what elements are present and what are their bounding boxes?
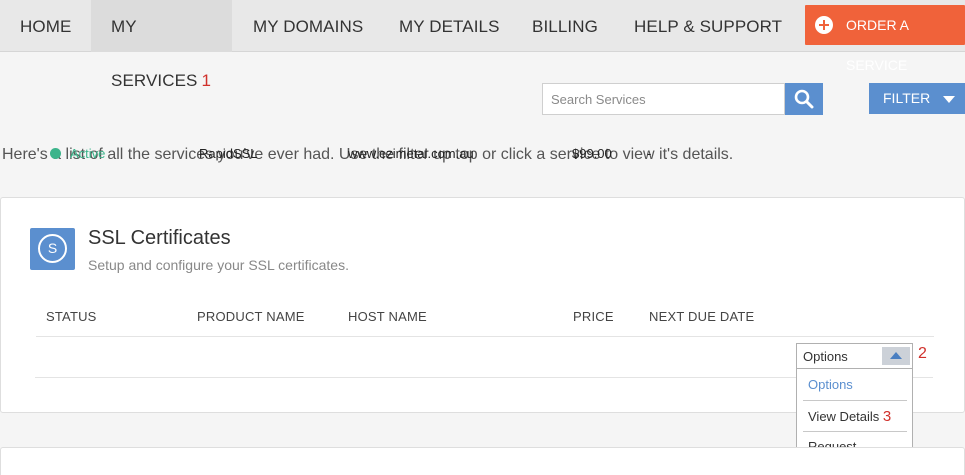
options-menu-placeholder-label: Options — [808, 377, 853, 392]
options-menu-item-placeholder[interactable]: Options — [797, 369, 912, 399]
nav-help-support-label: HELP & SUPPORT — [634, 17, 783, 36]
ssl-certificate-icon: S — [30, 228, 75, 270]
nav-billing-label: BILLING — [532, 17, 598, 36]
nav-my-domains-label: MY DOMAINS — [253, 17, 364, 36]
nav-help-support[interactable]: HELP & SUPPORT — [634, 0, 782, 52]
order-service-button[interactable]: ORDER A SERVICE — [805, 5, 965, 73]
ssl-icon-letter: S — [38, 234, 67, 263]
column-header-product-name: PRODUCT NAME — [197, 309, 305, 324]
status-active-dot-icon — [50, 148, 61, 159]
column-header-price: PRICE — [573, 309, 614, 324]
card-title: SSL Certificates — [88, 227, 231, 249]
caret-down-icon — [943, 96, 955, 103]
search-button[interactable] — [785, 83, 823, 115]
top-nav: HOME MY SERVICES 1 MY DOMAINS MY DETAILS … — [0, 0, 965, 90]
options-select[interactable]: Options — [796, 343, 913, 369]
next-due-date-cell: - — [647, 146, 652, 161]
filter-button[interactable]: FILTER — [869, 83, 965, 114]
nav-billing[interactable]: BILLING — [532, 0, 598, 52]
host-name-cell: www.ezimetal.com.au — [348, 146, 474, 161]
search-input[interactable] — [542, 83, 785, 115]
options-select-label: Options — [803, 349, 848, 364]
card-subtitle: Setup and configure your SSL certificate… — [88, 257, 349, 273]
column-header-status: STATUS — [46, 309, 97, 324]
menu-divider — [803, 400, 907, 401]
annotation-marker-3: 3 — [882, 408, 892, 425]
nav-my-domains[interactable]: MY DOMAINS — [253, 0, 363, 52]
search-icon — [794, 89, 814, 109]
column-header-host-name: HOST NAME — [348, 309, 427, 324]
nav-my-details-label: MY DETAILS — [399, 17, 500, 36]
annotation-marker-2: 2 — [918, 345, 927, 362]
annotation-marker-1: 1 — [201, 71, 212, 90]
plus-circle-icon — [815, 16, 833, 34]
caret-up-icon[interactable] — [882, 347, 910, 365]
status-badge: Active — [70, 146, 106, 161]
filter-label: FILTER — [883, 90, 931, 106]
nav-my-services-label: MY SERVICES — [111, 17, 198, 90]
product-name-cell: RapidSSL — [199, 146, 258, 161]
table-header-divider — [36, 336, 934, 337]
next-service-card — [0, 447, 965, 475]
nav-my-details[interactable]: MY DETAILS — [399, 0, 500, 52]
menu-divider — [803, 431, 907, 432]
price-cell: $99.00 — [572, 146, 612, 161]
nav-home[interactable]: HOME — [20, 0, 71, 52]
nav-my-services[interactable]: MY SERVICES 1 — [91, 0, 232, 90]
view-details-label: View Details — [808, 409, 880, 424]
column-header-next-due-date: NEXT DUE DATE — [649, 309, 755, 324]
order-service-label: ORDER A SERVICE — [846, 17, 909, 73]
nav-home-label: HOME — [20, 17, 72, 36]
